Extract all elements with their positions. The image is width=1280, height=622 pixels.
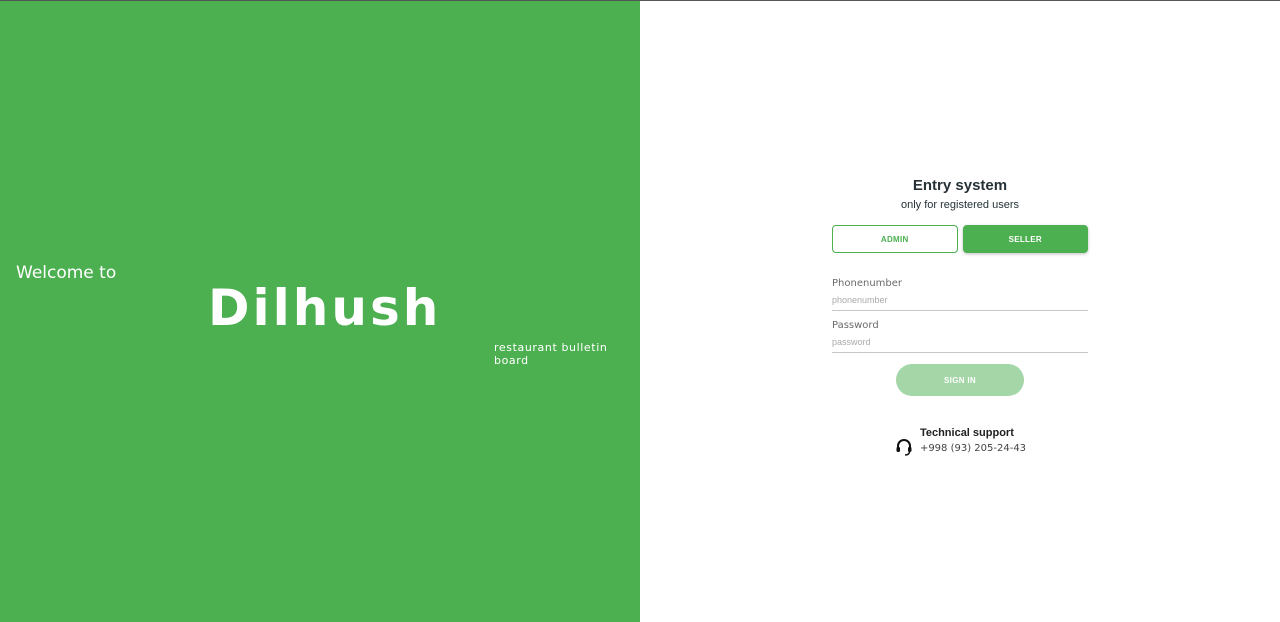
role-switcher: ADMIN SELLER (832, 225, 1088, 253)
sign-in-button[interactable]: SIGN IN (896, 364, 1024, 396)
admin-role-button[interactable]: ADMIN (832, 225, 958, 253)
brand-name: Dilhush (208, 279, 442, 337)
form-title: Entry system (912, 177, 1008, 194)
login-form: Entry system only for registered users A… (832, 177, 1088, 457)
phone-field-group: Phonenumber (832, 278, 1088, 311)
headset-icon (894, 437, 914, 457)
support-phone: +998 (93) 205-24-43 (919, 443, 1027, 454)
password-field-group: Password (832, 320, 1088, 353)
form-subtitle: only for registered users (901, 199, 1019, 211)
phone-label: Phonenumber (832, 278, 903, 289)
support-title: Technical support (919, 427, 1014, 439)
login-panel: Entry system only for registered users A… (640, 1, 1280, 622)
hero-panel: Welcome to Dilhush restaurant bulletin b… (0, 1, 640, 622)
support-text: Technical support +998 (93) 205-24-43 (920, 427, 1026, 454)
technical-support: Technical support +998 (93) 205-24-43 (832, 427, 1088, 457)
password-label: Password (832, 320, 879, 331)
password-input[interactable] (832, 331, 1088, 353)
welcome-text: Welcome to (16, 263, 117, 283)
seller-role-button[interactable]: SELLER (962, 225, 1088, 253)
phone-input[interactable] (832, 289, 1088, 311)
brand-tagline: restaurant bulletin board (494, 341, 608, 367)
signin-wrapper: SIGN IN (832, 364, 1088, 396)
